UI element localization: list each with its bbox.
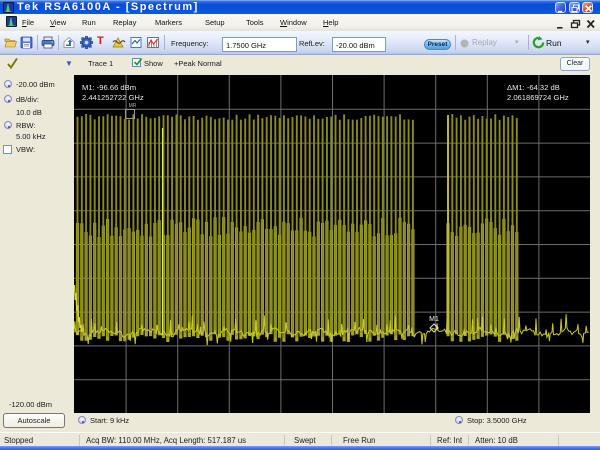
svg-text:ΔM1: -64.32 dB: ΔM1: -64.32 dB bbox=[507, 83, 560, 92]
svg-text:M1: -96.66 dBm: M1: -96.66 dBm bbox=[82, 83, 136, 92]
svg-text:2.061869724 GHz: 2.061869724 GHz bbox=[507, 93, 569, 102]
svg-text:MR: MR bbox=[129, 103, 137, 109]
svg-text:2.441252722 GHz: 2.441252722 GHz bbox=[82, 93, 144, 102]
svg-text:M1: M1 bbox=[429, 316, 439, 323]
